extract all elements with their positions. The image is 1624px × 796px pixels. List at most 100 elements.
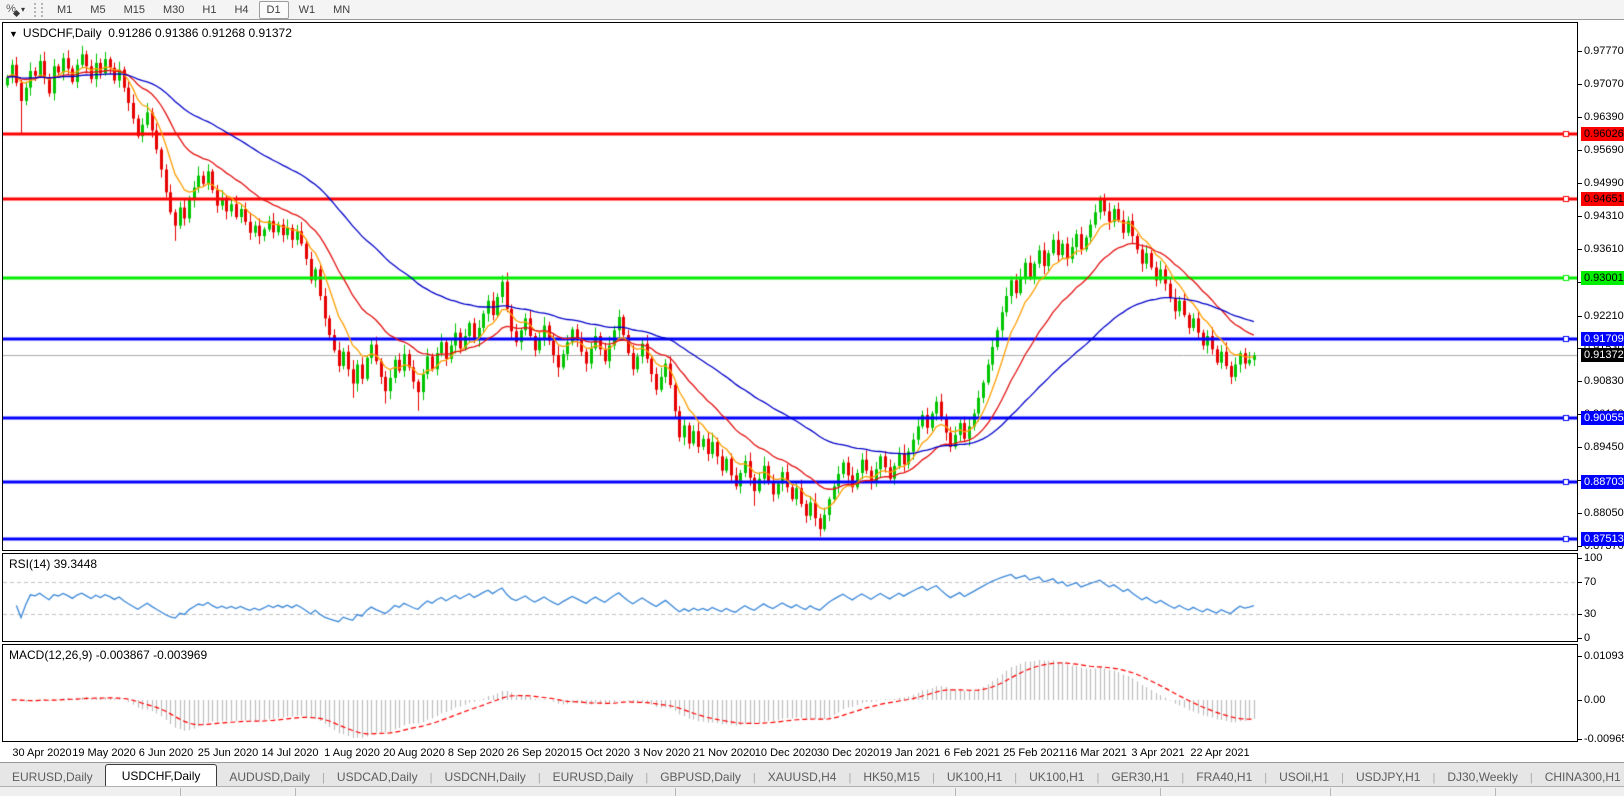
chart-tab-gbpusd-daily[interactable]: GBPUSD,Daily	[648, 766, 753, 787]
price-axis-tickmark	[1578, 150, 1582, 151]
status-pane-separator	[955, 788, 956, 796]
status-pane-separator	[675, 788, 676, 796]
status-pane-separator	[1160, 788, 1161, 796]
rsi-label: RSI(14) 39.3448	[9, 557, 97, 571]
date-axis-label: 22 Apr 2021	[1190, 746, 1249, 760]
chart-tab-uk100-h1[interactable]: UK100,H1	[1017, 766, 1096, 787]
chart-tab-usdjpy-h1[interactable]: USDJPY,H1	[1344, 766, 1432, 787]
macd-axis-tick: 0.010933	[1584, 650, 1624, 663]
macd-chart[interactable]	[3, 645, 1577, 741]
date-axis-label: 3 Nov 2020	[634, 746, 690, 760]
rsi-indicator-panel[interactable]: RSI(14) 39.3448	[2, 553, 1578, 642]
rsi-axis-tick: 100	[1584, 552, 1624, 565]
status-bar	[0, 786, 1624, 796]
timeframe-toolbar: % ▾ M1M5M15M30H1H4D1W1MN	[0, 0, 1624, 20]
hline-price-chip: 0.93001	[1581, 271, 1624, 285]
toolbar-grip-handle[interactable]	[34, 3, 43, 17]
price-axis-tickmark	[1578, 447, 1582, 448]
price-axis-tick: 0.90830	[1584, 375, 1624, 388]
chart-tab-usoil-h1[interactable]: USOil,H1	[1267, 766, 1341, 787]
timeframe-buttons: M1M5M15M30H1H4D1W1MN	[48, 1, 359, 19]
date-axis-label: 10 Dec 2020	[755, 746, 817, 760]
date-axis-label: 21 Nov 2020	[693, 746, 755, 760]
date-axis-label: 14 Jul 2020	[262, 746, 319, 760]
timeframe-button-h4[interactable]: H4	[226, 1, 256, 19]
status-pane-separator	[295, 788, 296, 796]
chart-tab-uk100-h1[interactable]: UK100,H1	[935, 766, 1014, 787]
date-axis-label: 16 Mar 2021	[1065, 746, 1127, 760]
price-axis-tick: 0.89450	[1584, 441, 1624, 454]
chart-tab-xauusd-h4[interactable]: XAUUSD,H4	[756, 766, 849, 787]
timeframe-button-m30[interactable]: M30	[155, 1, 192, 19]
chart-tab-usdchf-daily[interactable]: USDCHF,Daily	[105, 764, 218, 787]
rsi-chart[interactable]	[3, 554, 1577, 641]
price-axis-tick: 0.96390	[1584, 111, 1624, 124]
date-axis-label: 25 Jun 2020	[198, 746, 259, 760]
date-axis-label: 19 Jan 2021	[880, 746, 941, 760]
chart-tab-usdcnh-daily[interactable]: USDCNH,Daily	[432, 766, 537, 787]
date-axis-label: 3 Apr 2021	[1131, 746, 1184, 760]
date-axis-label: 30 Dec 2020	[817, 746, 879, 760]
chart-tab-fra40-h1[interactable]: FRA40,H1	[1184, 766, 1264, 787]
timeframe-button-m15[interactable]: M15	[116, 1, 153, 19]
ohlc-open: 0.91286	[108, 26, 151, 40]
chart-tab-ger30-h1[interactable]: GER30,H1	[1099, 766, 1181, 787]
date-axis-label: 30 Apr 2020	[12, 746, 71, 760]
macd-axis-tick: -0.009653	[1584, 733, 1624, 746]
price-axis-tickmark	[1578, 316, 1582, 317]
price-axis-tick: 0.97070	[1584, 78, 1624, 91]
timeframe-button-d1[interactable]: D1	[259, 1, 289, 19]
chart-tab-dj30-weekly[interactable]: DJ30,Weekly	[1435, 766, 1529, 787]
macd-indicator-panel[interactable]: MACD(12,26,9) -0.003867 -0.003969	[2, 644, 1578, 742]
timeframe-button-mn[interactable]: MN	[325, 1, 358, 19]
hline-price-chip: 0.94651	[1581, 192, 1624, 206]
symbol-name: USDCHF,Daily	[23, 26, 102, 40]
timeframe-button-m5[interactable]: M5	[82, 1, 113, 19]
price-axis-tick: 0.92210	[1584, 310, 1624, 323]
date-axis-label: 6 Jun 2020	[139, 746, 193, 760]
price-axis-tick: 0.94990	[1584, 177, 1624, 190]
chart-window: ▼USDCHF,Daily 0.91286 0.91386 0.91268 0.…	[2, 22, 1622, 762]
timeframe-button-h1[interactable]: H1	[194, 1, 224, 19]
hline-price-chip: 0.88703	[1581, 475, 1624, 489]
drawing-tool-caret-icon[interactable]: ▾	[21, 5, 25, 14]
price-axis-tick: 0.88050	[1584, 507, 1624, 520]
macd-name: MACD(12,26,9)	[9, 648, 92, 662]
date-axis-label: 8 Sep 2020	[448, 746, 504, 760]
hline-price-chip: 0.91709	[1581, 332, 1624, 346]
rsi-axis-tickmark	[1578, 638, 1582, 639]
candlestick-chart[interactable]	[3, 23, 1577, 550]
macd-axis-tick: 0.00	[1584, 694, 1624, 707]
hline-price-chip: 0.96026	[1581, 127, 1624, 141]
chart-tab-eurusd-daily[interactable]: EURUSD,Daily	[541, 766, 646, 787]
chart-tab-eurusd-daily[interactable]: EURUSD,Daily	[0, 766, 105, 787]
price-axis-tickmark	[1578, 513, 1582, 514]
timeframe-button-m1[interactable]: M1	[49, 1, 80, 19]
price-axis-tickmark	[1578, 51, 1582, 52]
date-axis-label: 6 Feb 2021	[944, 746, 1000, 760]
date-axis-label: 20 Aug 2020	[383, 746, 445, 760]
chart-tab-usdcad-daily[interactable]: USDCAD,Daily	[325, 766, 430, 787]
symbol-dropdown-icon[interactable]: ▼	[9, 29, 18, 39]
date-axis-label: 25 Feb 2021	[1003, 746, 1065, 760]
chart-tab-hk50-m15[interactable]: HK50,M15	[851, 766, 932, 787]
date-axis-label: 1 Aug 2020	[324, 746, 380, 760]
price-chart-panel[interactable]: ▼USDCHF,Daily 0.91286 0.91386 0.91268 0.…	[2, 22, 1578, 551]
current-price-chip: 0.91372	[1581, 348, 1624, 362]
price-axis-tick: 0.93610	[1584, 243, 1624, 256]
chart-tab-audusd-daily[interactable]: AUDUSD,Daily	[217, 766, 322, 787]
rsi-axis-tick: 0	[1584, 632, 1624, 645]
price-axis-tickmark	[1578, 216, 1582, 217]
drawing-tool-diamond	[13, 10, 20, 17]
chart-tab-china300-h1[interactable]: CHINA300,H1	[1533, 766, 1624, 787]
price-axis-tick: 0.97770	[1584, 45, 1624, 58]
price-axis-tick: 0.95690	[1584, 144, 1624, 157]
rsi-axis-tick: 30	[1584, 608, 1624, 621]
hline-price-chip: 0.90055	[1581, 411, 1624, 425]
hline-price-chip: 0.87513	[1581, 532, 1624, 546]
status-pane-separator	[1495, 788, 1496, 796]
price-axis-tickmark	[1578, 381, 1582, 382]
drawing-tool-icon[interactable]: %	[3, 2, 19, 17]
timeframe-button-w1[interactable]: W1	[291, 1, 324, 19]
rsi-axis-tickmark	[1578, 558, 1582, 559]
